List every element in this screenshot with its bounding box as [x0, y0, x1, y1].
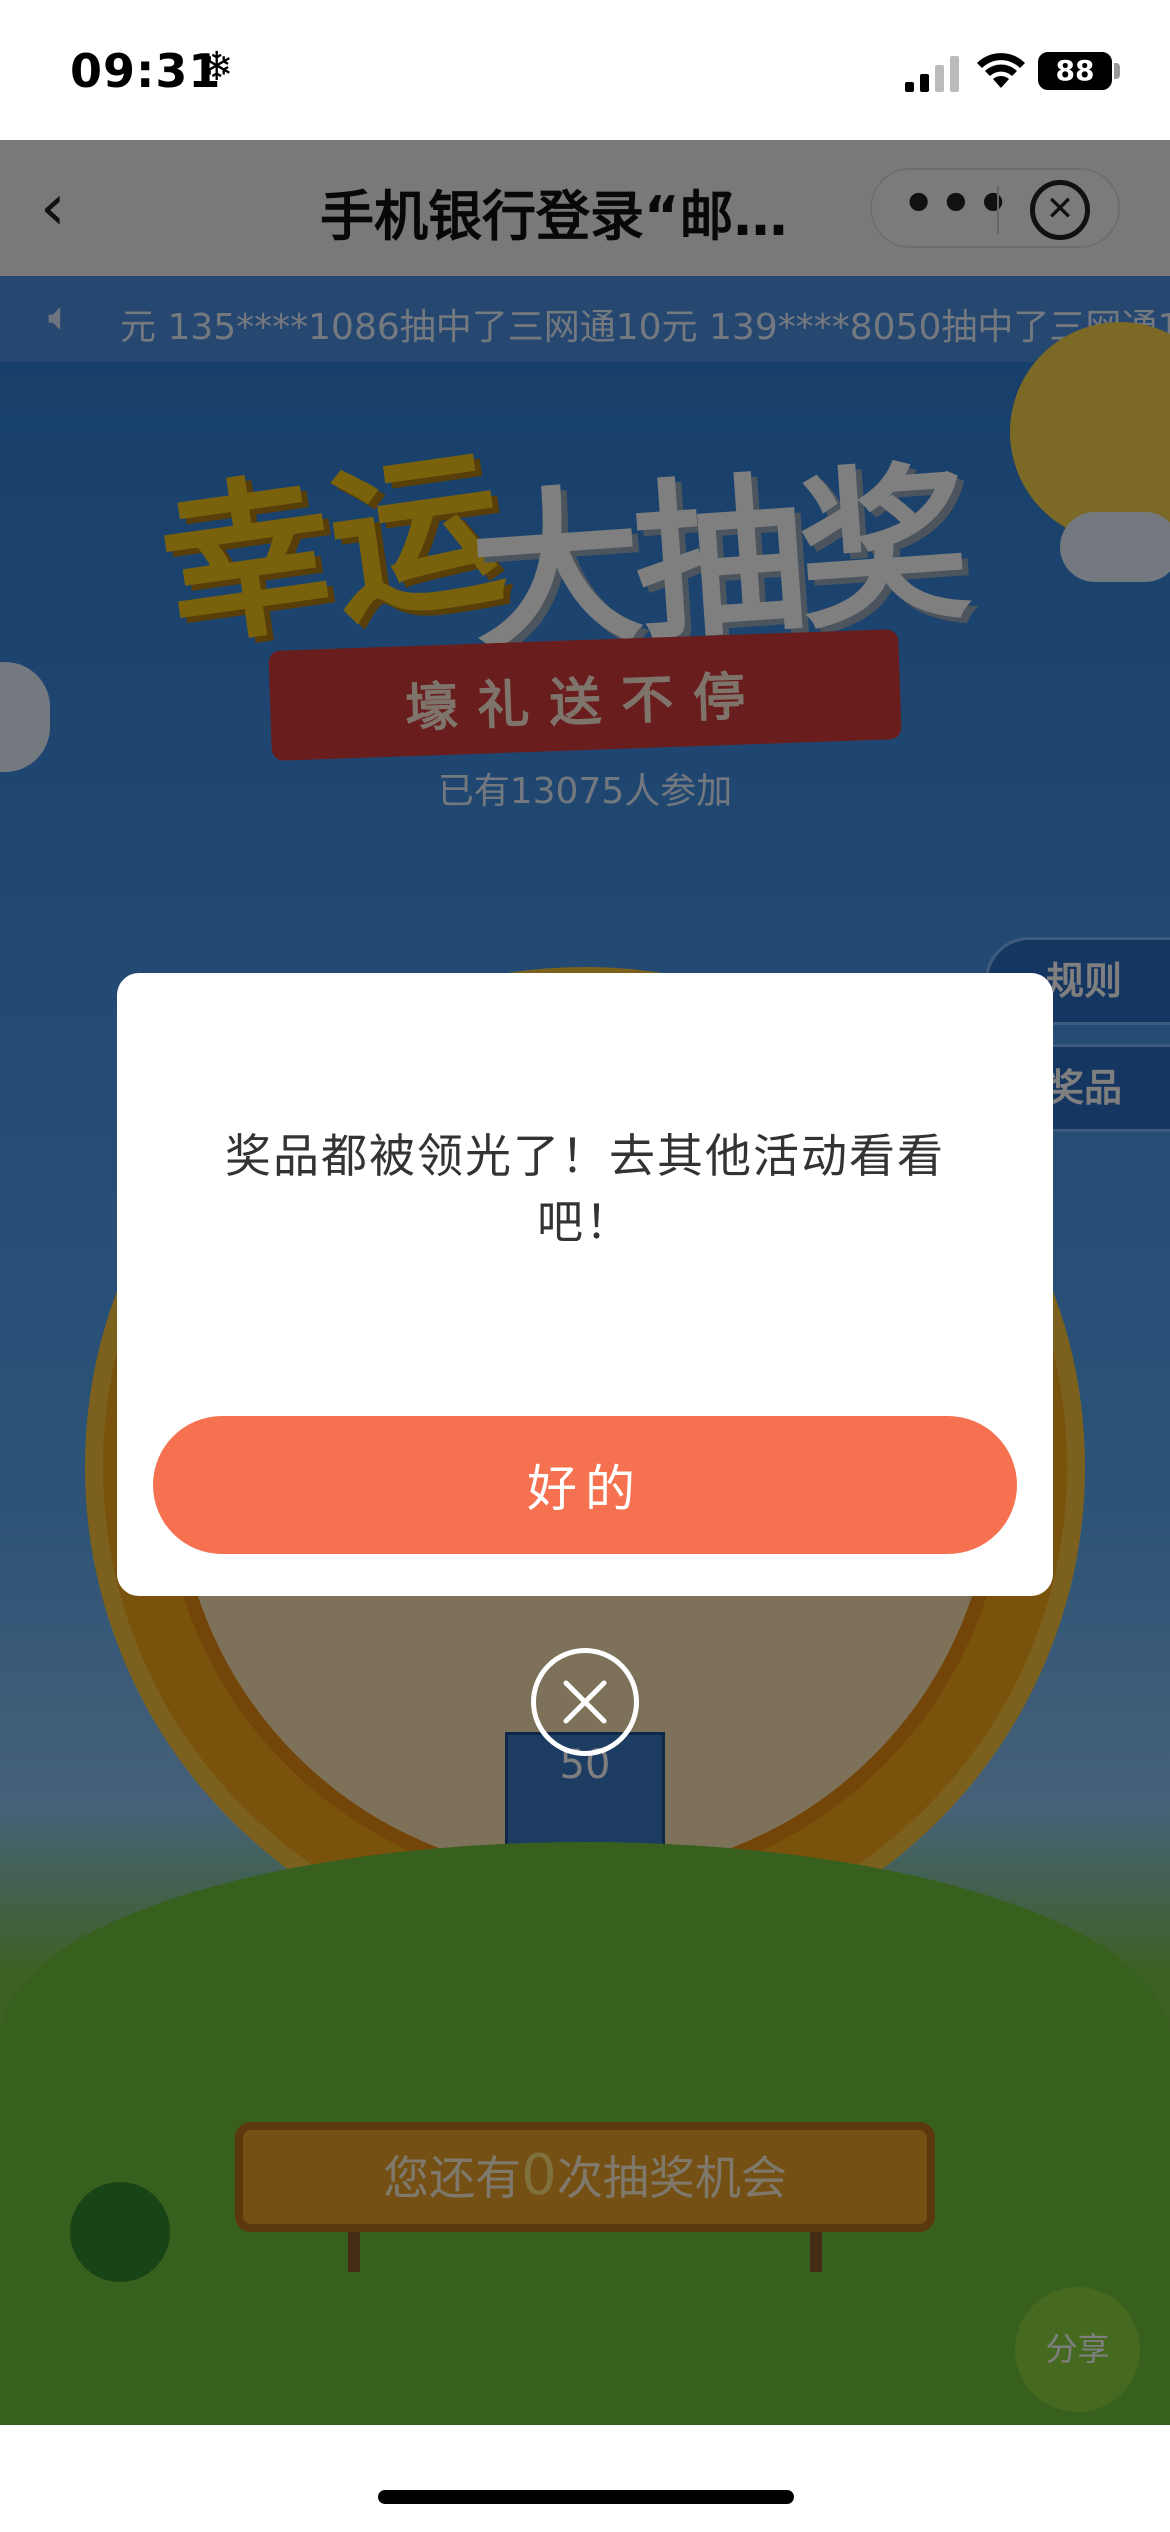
battery-tip: [1114, 63, 1120, 79]
signal-icon: [905, 56, 959, 92]
ok-button[interactable]: 好的: [153, 1416, 1017, 1554]
status-time: 09:31: [70, 44, 222, 98]
home-indicator[interactable]: [378, 2490, 794, 2504]
status-bar: 09:31 ❄ 88: [0, 0, 1170, 140]
wifi-icon: [977, 53, 1025, 88]
prize-empty-dialog: 奖品都被领光了！去其他活动看看吧！ 好的: [117, 973, 1053, 1596]
close-circle-icon[interactable]: [531, 1648, 639, 1756]
dialog-message: 奖品都被领光了！去其他活动看看吧！: [225, 1129, 945, 1249]
snowflake-icon: ❄: [200, 44, 234, 90]
close-x-icon: [563, 1680, 607, 1724]
battery-icon: 88: [1038, 52, 1112, 90]
